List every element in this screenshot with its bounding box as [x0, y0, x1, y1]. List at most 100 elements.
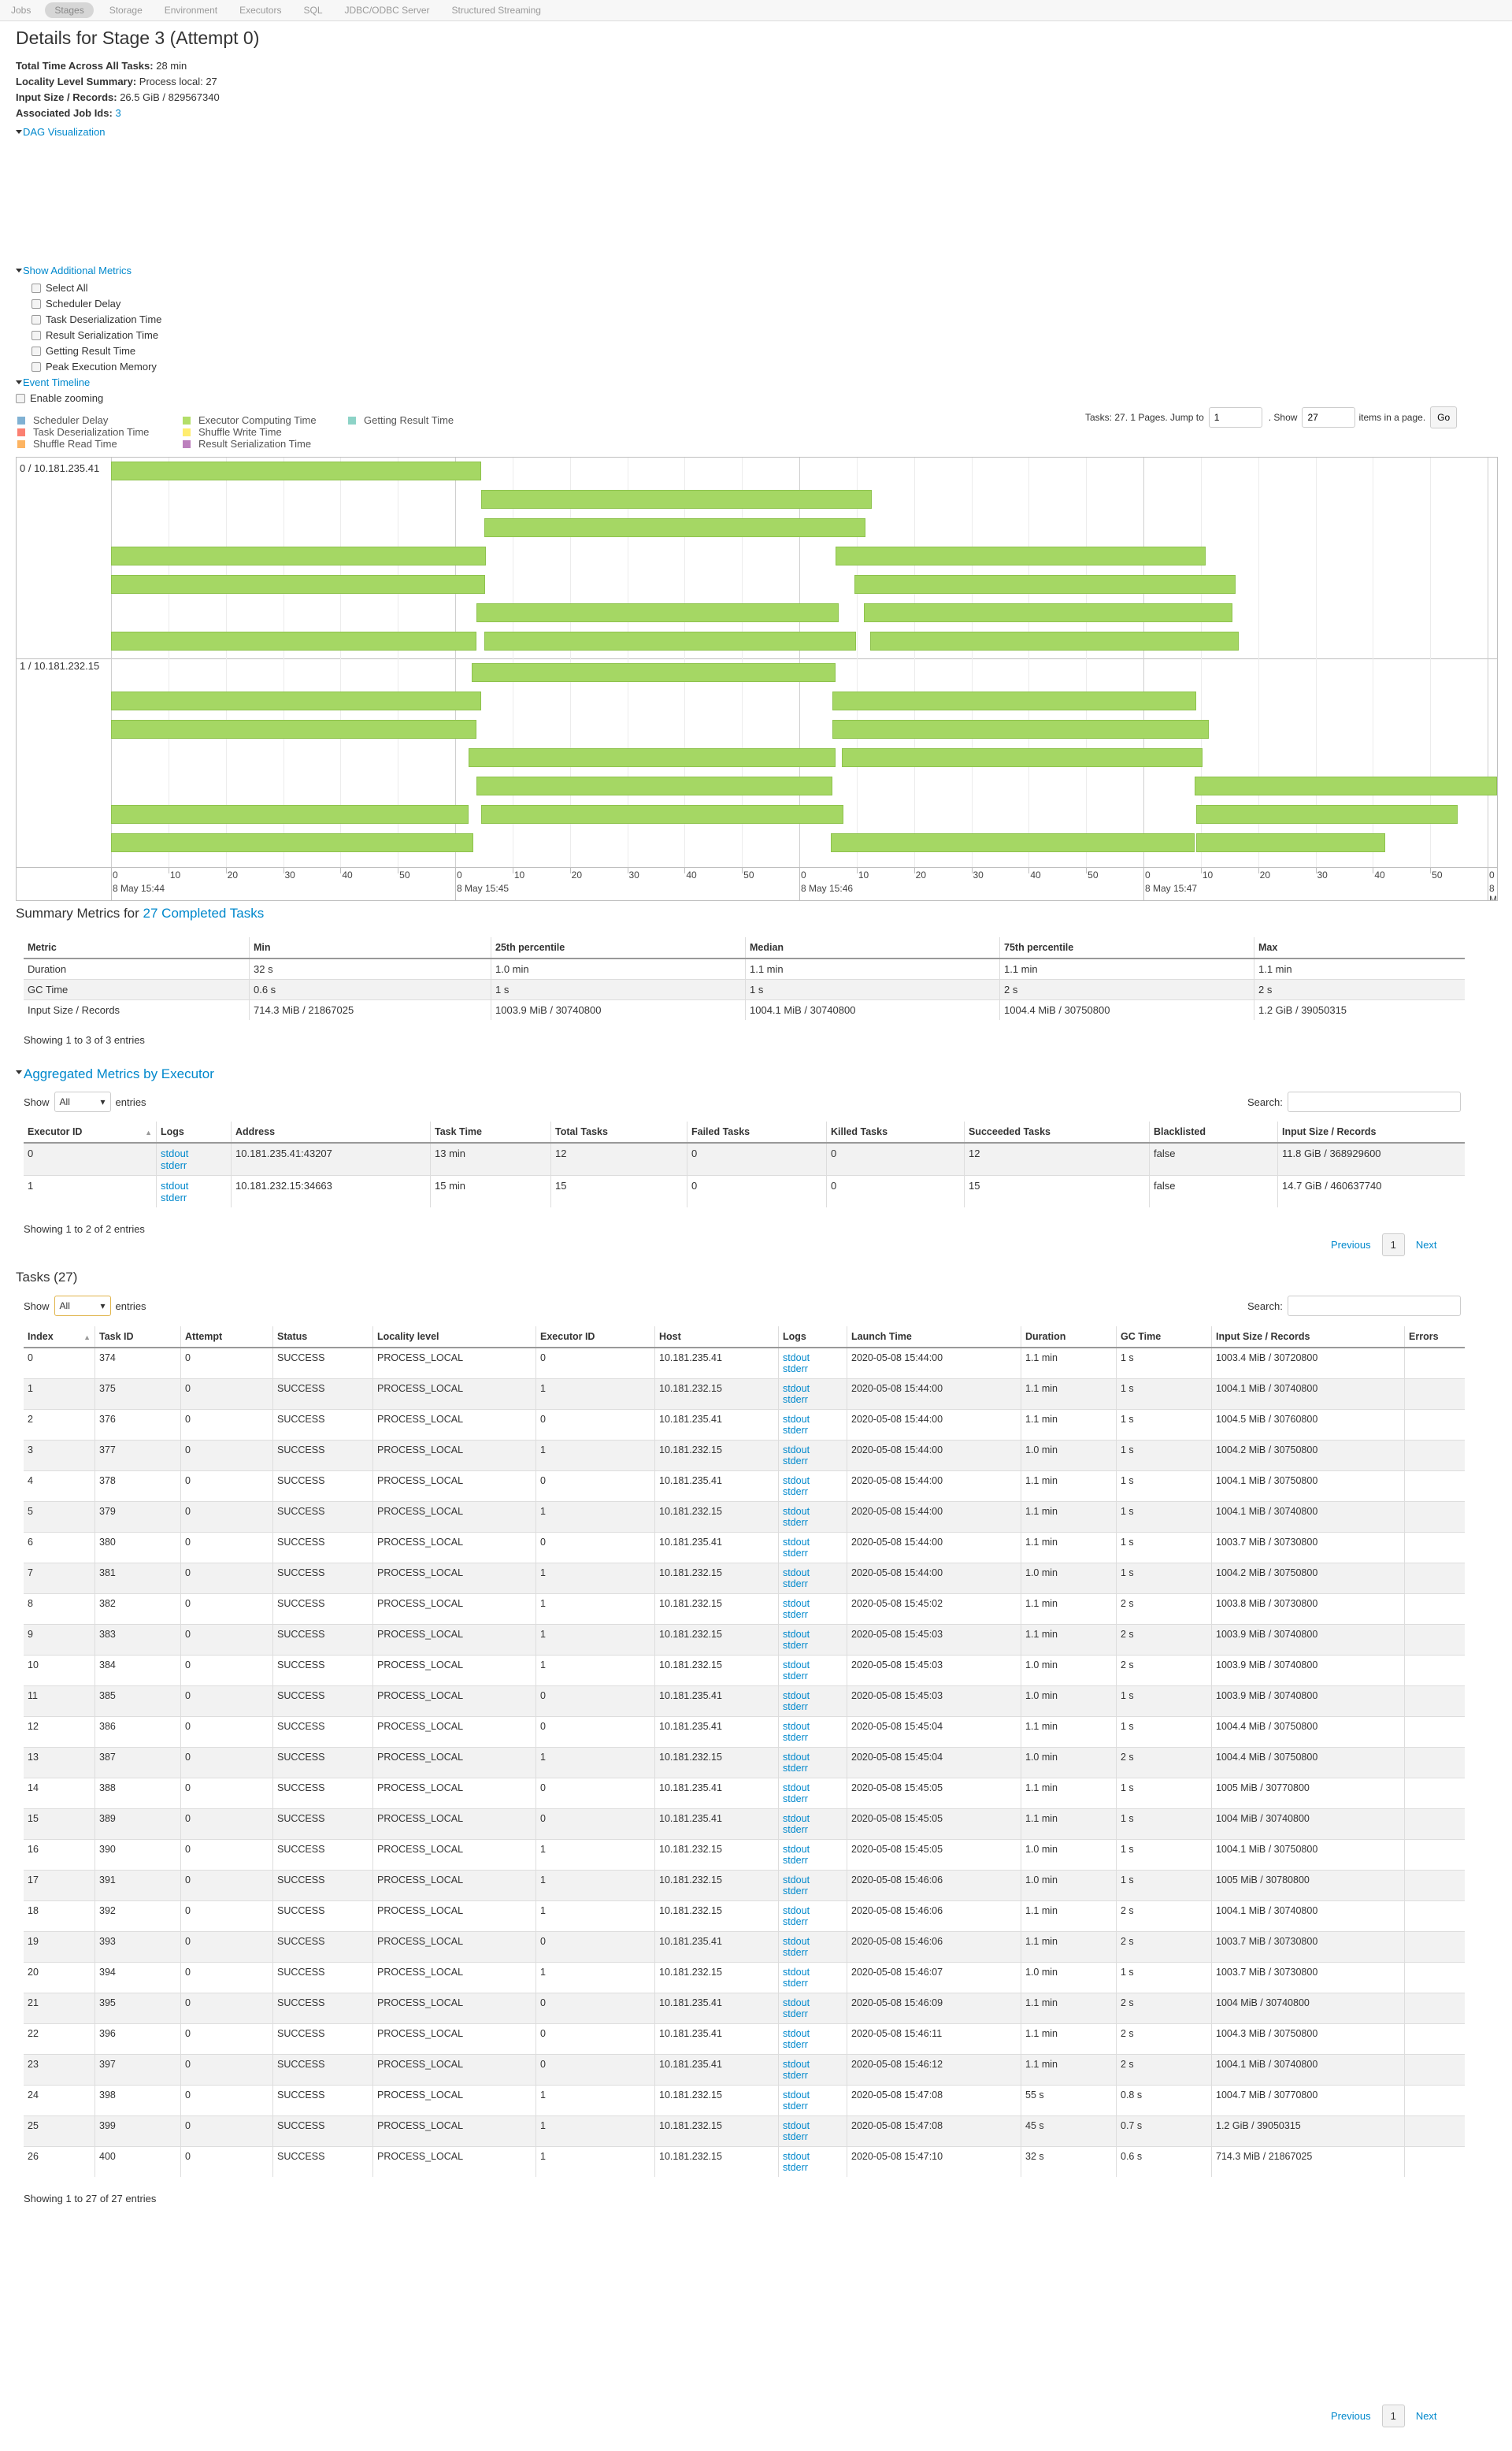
task-bar[interactable] [481, 805, 843, 824]
col-host[interactable]: Host [654, 1326, 779, 1348]
col-launch-time[interactable]: Launch Time [847, 1326, 1021, 1348]
additional-metrics-toggle[interactable]: Show Additional Metrics [16, 265, 132, 276]
stdout-link[interactable]: stdout [161, 1180, 188, 1192]
stderr-link[interactable]: stderr [783, 2039, 808, 2050]
task-bar[interactable] [832, 720, 1209, 739]
task-bar[interactable] [832, 692, 1196, 710]
col-status[interactable]: Status [272, 1326, 373, 1348]
stdout-link[interactable]: stdout [783, 1936, 810, 1947]
stderr-link[interactable]: stderr [783, 1609, 808, 1620]
task-bar[interactable] [111, 575, 485, 594]
stdout-link[interactable]: stdout [783, 2151, 810, 2162]
nav-streaming[interactable]: Structured Streaming [452, 5, 541, 16]
task-bar[interactable] [111, 692, 481, 710]
stdout-link[interactable]: stdout [783, 1629, 810, 1640]
event-timeline-link[interactable]: Event Timeline [23, 376, 90, 388]
checkbox-icon[interactable] [32, 299, 41, 309]
executor-length-select[interactable]: All ▾ [54, 1092, 111, 1112]
stderr-link[interactable]: stderr [783, 1486, 808, 1497]
col-p75[interactable]: 75th percentile [999, 937, 1254, 959]
stderr-link[interactable]: stderr [783, 2101, 808, 2112]
stdout-link[interactable]: stdout [783, 1813, 810, 1824]
stderr-link[interactable]: stderr [161, 1192, 187, 1203]
stderr-link[interactable]: stderr [161, 1159, 187, 1171]
stdout-link[interactable]: stdout [783, 2028, 810, 2039]
stdout-link[interactable]: stdout [783, 1383, 810, 1394]
enable-zooming-checkbox[interactable]: Enable zooming [16, 391, 103, 406]
col-input-size[interactable]: Input Size / Records [1277, 1122, 1465, 1144]
task-bar[interactable] [111, 632, 476, 651]
stdout-link[interactable]: stdout [783, 1567, 810, 1578]
stdout-link[interactable]: stdout [783, 1844, 810, 1855]
nav-environment[interactable]: Environment [165, 5, 217, 16]
col-logs[interactable]: Logs [778, 1326, 847, 1348]
stdout-link[interactable]: stdout [783, 1537, 810, 1548]
stdout-link[interactable]: stdout [783, 1874, 810, 1886]
page-1-button[interactable]: 1 [1381, 1233, 1405, 1256]
additional-metrics-link[interactable]: Show Additional Metrics [23, 265, 132, 276]
nav-storage[interactable]: Storage [109, 5, 143, 16]
stderr-link[interactable]: stderr [783, 2162, 808, 2173]
stderr-link[interactable]: stderr [783, 1947, 808, 1958]
checkbox-icon[interactable] [32, 347, 41, 356]
stderr-link[interactable]: stderr [783, 2008, 808, 2019]
stdout-link[interactable]: stdout [783, 1598, 810, 1609]
col-p25[interactable]: 25th percentile [491, 937, 746, 959]
stdout-link[interactable]: stdout [783, 1352, 810, 1363]
executor-metrics-toggle[interactable] [16, 1065, 23, 1077]
task-bar[interactable] [111, 805, 469, 824]
task-bar[interactable] [836, 547, 1206, 565]
stderr-link[interactable]: stderr [783, 1978, 808, 1989]
nav-stages[interactable]: Stages [45, 2, 94, 18]
result-serialization-checkbox[interactable]: Result Serialization Time [32, 328, 161, 343]
stdout-link[interactable]: stdout [783, 1967, 810, 1978]
task-bar[interactable] [111, 833, 473, 852]
stdout-link[interactable]: stdout [783, 1997, 810, 2008]
task-bar[interactable] [111, 462, 481, 480]
stderr-link[interactable]: stderr [783, 1793, 808, 1804]
task-bar[interactable] [484, 518, 865, 537]
stderr-link[interactable]: stderr [783, 1855, 808, 1866]
stderr-link[interactable]: stderr [783, 1455, 808, 1467]
items-per-page-input[interactable] [1302, 407, 1356, 428]
stderr-link[interactable]: stderr [783, 1824, 808, 1835]
col-logs[interactable]: Logs [156, 1122, 232, 1144]
tasks-search-input[interactable] [1287, 1296, 1461, 1316]
stderr-link[interactable]: stderr [783, 1363, 808, 1374]
stderr-link[interactable]: stderr [783, 1886, 808, 1897]
event-timeline-toggle[interactable]: Event Timeline [16, 376, 90, 388]
col-metric[interactable]: Metric [24, 937, 250, 959]
stdout-link[interactable]: stdout [783, 1782, 810, 1793]
stdout-link[interactable]: stdout [783, 2089, 810, 2101]
select-all-checkbox[interactable]: Select All [32, 280, 161, 296]
stderr-link[interactable]: stderr [783, 1640, 808, 1651]
col-total-tasks[interactable]: Total Tasks [550, 1122, 687, 1144]
task-bar[interactable] [870, 632, 1239, 651]
checkbox-icon[interactable] [16, 394, 25, 403]
executor-metrics-title[interactable]: Aggregated Metrics by Executor [24, 1066, 214, 1082]
getting-result-checkbox[interactable]: Getting Result Time [32, 343, 161, 359]
stdout-link[interactable]: stdout [783, 1475, 810, 1486]
col-executor-id[interactable]: Executor ID ▲ [24, 1122, 157, 1144]
stderr-link[interactable]: stderr [783, 1670, 808, 1682]
task-bar[interactable] [111, 547, 486, 565]
stdout-link[interactable]: stdout [783, 1721, 810, 1732]
stderr-link[interactable]: stderr [783, 2070, 808, 2081]
task-deserialization-checkbox[interactable]: Task Deserialization Time [32, 312, 161, 328]
col-task-id[interactable]: Task ID [94, 1326, 181, 1348]
stdout-link[interactable]: stdout [783, 1414, 810, 1425]
checkbox-icon[interactable] [32, 362, 41, 372]
task-bar[interactable] [469, 748, 836, 767]
col-address[interactable]: Address [231, 1122, 431, 1144]
stdout-link[interactable]: stdout [783, 1506, 810, 1517]
task-bar[interactable] [481, 490, 872, 509]
col-succeeded-tasks[interactable]: Succeeded Tasks [964, 1122, 1150, 1144]
checkbox-icon[interactable] [32, 315, 41, 324]
stdout-link[interactable]: stdout [783, 2059, 810, 2070]
previous-button[interactable]: Previous [1331, 1239, 1371, 1251]
task-bar[interactable] [472, 663, 836, 682]
page-1-button[interactable]: 1 [1381, 2405, 1405, 2427]
col-attempt[interactable]: Attempt [180, 1326, 273, 1348]
checkbox-icon[interactable] [32, 284, 41, 293]
nav-jdbc[interactable]: JDBC/ODBC Server [345, 5, 430, 16]
